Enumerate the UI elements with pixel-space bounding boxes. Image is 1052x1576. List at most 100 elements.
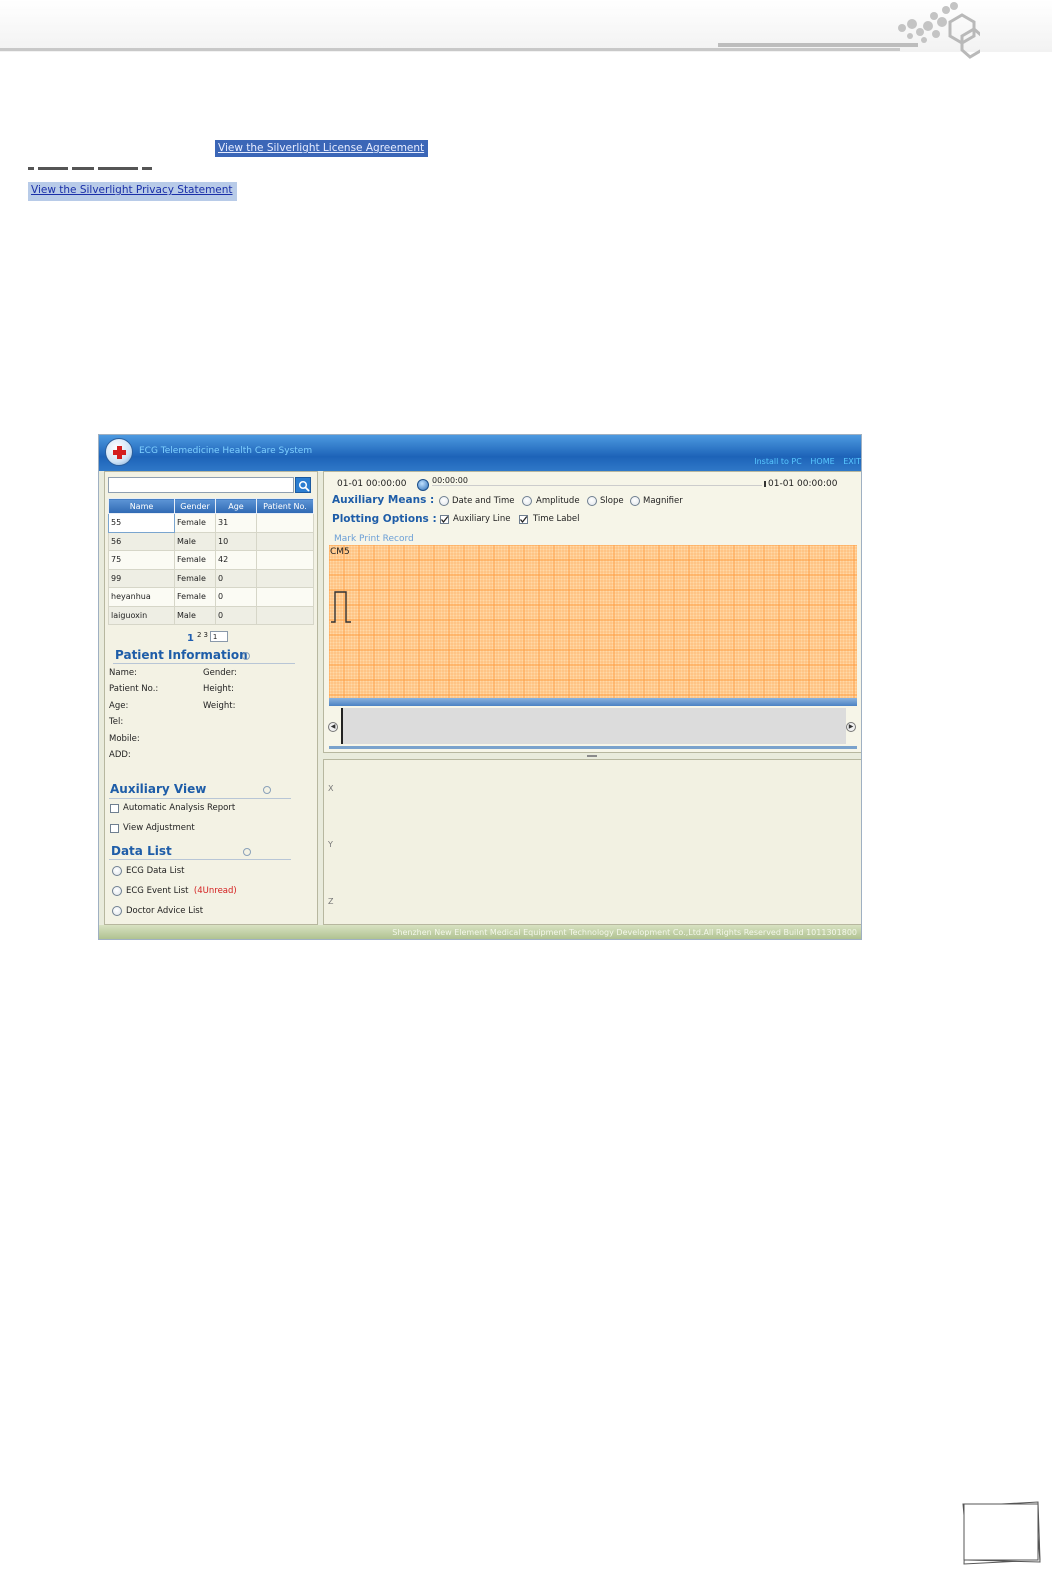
cell-patient-no [256, 513, 314, 533]
page-current[interactable]: 1 [187, 633, 194, 644]
view-adjustment-checkbox[interactable] [110, 824, 119, 833]
cell-name: heyanhua [108, 587, 175, 607]
mark-print-record-link[interactable]: Mark Print Record [334, 534, 414, 544]
field-mobile: Mobile: [109, 734, 140, 744]
header-rule-accent [718, 43, 918, 47]
table-row[interactable]: 56 Male 10 [108, 531, 314, 551]
info-icon[interactable] [263, 786, 271, 794]
cell-name: 55 [108, 513, 175, 533]
time-start: 01-01 00:00:00 [337, 479, 407, 489]
cell-name: laiguoxin [108, 605, 175, 625]
overview-scroll-track[interactable] [341, 708, 846, 744]
table-row[interactable]: 75 Female 42 [108, 550, 314, 570]
cell-age: 0 [215, 568, 257, 588]
info-icon[interactable] [243, 848, 251, 856]
magnifier-label: Magnifier [643, 496, 683, 506]
date-time-label: Date and Time [452, 496, 515, 506]
section-divider [109, 798, 291, 799]
table-row[interactable]: 99 Female 0 [108, 568, 314, 588]
cell-name: 99 [108, 568, 175, 588]
info-icon[interactable] [242, 652, 250, 660]
amplitude-radio[interactable] [522, 496, 532, 506]
page-link[interactable]: 3 [203, 631, 207, 639]
plotting-options-label: Plotting Options : [332, 513, 437, 525]
cell-patient-no [256, 605, 314, 625]
ecg-bottom-bar [329, 698, 857, 706]
overview-base-bar [329, 746, 857, 749]
cell-gender: Male [174, 605, 216, 625]
cell-age: 0 [215, 587, 257, 607]
scroll-right-icon[interactable]: ▶ [846, 722, 856, 732]
cell-gender: Female [174, 568, 216, 588]
time-label-label: Time Label [533, 514, 580, 524]
patient-info-title: Patient Information [115, 648, 248, 662]
date-time-radio[interactable] [439, 496, 449, 506]
table-row[interactable]: laiguoxin Male 0 [108, 605, 314, 625]
cell-gender: Male [174, 531, 216, 551]
privacy-statement-link[interactable]: View the Silverlight Privacy Statement [28, 182, 237, 201]
ecg-event-list-radio[interactable] [112, 886, 122, 896]
cell-gender: Female [174, 550, 216, 570]
column-header-gender[interactable]: Gender [174, 498, 216, 514]
pagination: 1231 [187, 631, 228, 644]
page-link[interactable]: 2 [197, 631, 201, 639]
app-title: ECG Telemedicine Health Care System [139, 446, 313, 456]
install-to-pc-link[interactable]: Install to PC [754, 457, 802, 466]
overview-scroll-thumb[interactable] [341, 708, 343, 744]
field-name: Name: [109, 668, 137, 678]
cell-age: 0 [215, 605, 257, 625]
unread-badge: (4Unread) [193, 886, 237, 896]
ecg-calibration-pulse [331, 591, 351, 623]
cell-patient-no [256, 587, 314, 607]
cell-gender: Female [174, 587, 216, 607]
ecg-viewer-panel: 01-01 00:00:00 00:00:00 01-01 00:00:00 A… [323, 471, 861, 753]
column-header-name[interactable]: Name [108, 498, 175, 514]
magnifier-radio[interactable] [630, 496, 640, 506]
ecg-event-list-label: ECG Event List (4Unread) [126, 886, 237, 896]
timeline-track[interactable] [432, 485, 762, 486]
cell-age: 10 [215, 531, 257, 551]
cell-age: 42 [215, 550, 257, 570]
scroll-left-icon[interactable]: ◀ [328, 722, 338, 732]
section-divider [109, 859, 291, 860]
left-panel: Name Gender Age Patient No. 55 Female 31… [104, 471, 318, 925]
table-row[interactable]: heyanhua Female 0 [108, 587, 314, 607]
checkmark-icon [519, 516, 528, 524]
hexagon-logo-icon [898, 2, 980, 59]
auxiliary-line-checkbox[interactable] [440, 515, 449, 524]
exit-link[interactable]: EXIT [843, 457, 861, 466]
timeline-slider-handle-icon[interactable] [417, 479, 429, 491]
license-agreement-link[interactable]: View the Silverlight License Agreement [215, 140, 428, 157]
table-row[interactable]: 55 Female 31 [108, 513, 314, 533]
column-header-patient-no[interactable]: Patient No. [256, 498, 314, 514]
ecg-waveform-area[interactable]: CM5 [329, 545, 857, 698]
cell-gender: Female [174, 513, 216, 533]
slope-radio[interactable] [587, 496, 597, 506]
vector-view-panel: X Y Z [323, 759, 861, 925]
page-jump-input[interactable]: 1 [209, 631, 228, 642]
ecg-data-list-radio[interactable] [112, 866, 122, 876]
field-weight: Weight: [203, 701, 236, 711]
cell-name: 75 [108, 550, 175, 570]
axis-label-x: X [328, 784, 334, 793]
column-header-age[interactable]: Age [215, 498, 257, 514]
doctor-advice-list-label: Doctor Advice List [126, 906, 204, 916]
analysis-report-checkbox[interactable] [110, 804, 119, 813]
patient-search-input[interactable] [108, 477, 294, 493]
cell-age: 31 [215, 513, 257, 533]
auxiliary-line-label: Auxiliary Line [453, 514, 511, 524]
doctor-advice-list-radio[interactable] [112, 906, 122, 916]
view-adjustment-label: View Adjustment [123, 823, 195, 833]
time-end: 01-01 00:00:00 [768, 479, 838, 489]
time-label-checkbox[interactable] [519, 515, 528, 524]
search-button[interactable] [295, 477, 311, 493]
ecg-lead-label: CM5 [330, 547, 350, 557]
time-current: 00:00:00 [432, 476, 468, 485]
field-tel: Tel: [109, 717, 124, 727]
ecg-event-list-text: ECG Event List [126, 886, 189, 896]
page-header [0, 0, 1052, 60]
home-link[interactable]: HOME [810, 457, 834, 466]
auxiliary-means-label: Auxiliary Means : [332, 494, 435, 506]
panel-splitter[interactable] [587, 755, 597, 757]
cell-patient-no [256, 550, 314, 570]
